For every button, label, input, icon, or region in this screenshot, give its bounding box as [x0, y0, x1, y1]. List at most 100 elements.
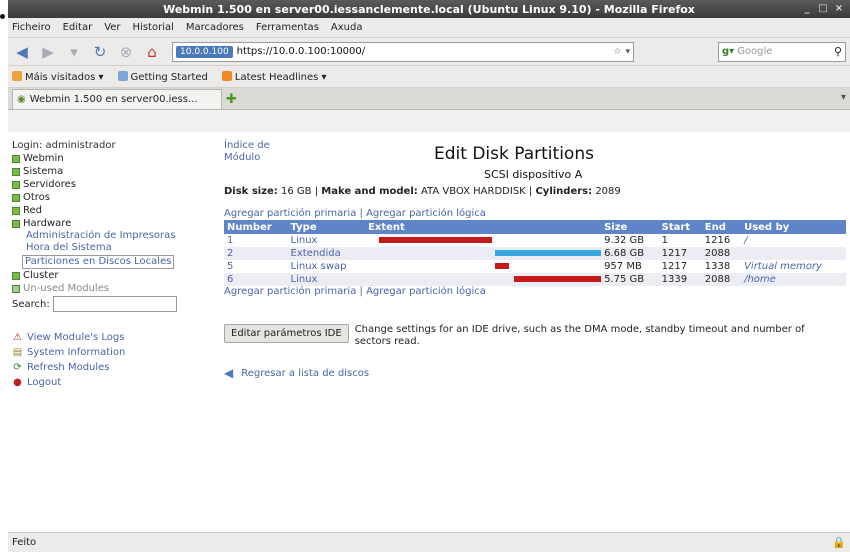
bullet-dot — [0, 14, 5, 19]
lock-icon[interactable]: 🔒 — [832, 536, 846, 549]
navigation-toolbar: ◀ ▶ ▾ ↻ ⊗ ⌂ 10.0.0.100 https://10.0.0.10… — [8, 38, 850, 66]
add-logical-link[interactable]: Agregar partición lógica — [366, 286, 486, 297]
folder-icon — [12, 206, 20, 215]
module-search-input[interactable] — [52, 296, 177, 312]
folder-open-icon — [12, 219, 20, 228]
partition-type-link[interactable]: Linux swap — [287, 260, 366, 273]
menu-marcadores[interactable]: Marcadores — [186, 22, 244, 33]
category-webmin[interactable]: Webmin — [12, 152, 206, 165]
menu-ferramentas[interactable]: Ferramentas — [256, 22, 319, 33]
used-by-cell: Virtual memory — [741, 260, 846, 273]
warning-icon: ⚠ — [13, 332, 22, 343]
bookmark-most-visited[interactable]: Máis visitados ▾ — [12, 70, 104, 83]
tab-webmin[interactable]: ◉ Webmin 1.500 en server00.iess... — [12, 89, 222, 109]
extent-bar — [379, 237, 493, 243]
url-bar[interactable]: 10.0.0.100 https://10.0.0.100:10000/ ☆ ▾ — [172, 41, 634, 62]
status-text: Feito — [12, 537, 37, 548]
history-dropdown-icon[interactable]: ▾ — [64, 42, 84, 62]
search-icon[interactable]: ⚲ — [834, 45, 842, 58]
bookmark-latest-headlines[interactable]: Latest Headlines ▾ — [221, 70, 327, 83]
home-icon[interactable]: ⌂ — [142, 42, 162, 62]
partition-type-link[interactable]: Linux — [287, 234, 366, 247]
search-bar[interactable]: g▾ Google ⚲ — [718, 41, 846, 62]
col-extent: Extent — [365, 220, 602, 234]
tab-title: Webmin 1.500 en server00.iess... — [29, 94, 198, 105]
module-search: Search: — [12, 296, 206, 312]
stop-icon[interactable]: ⊗ — [116, 42, 136, 62]
size-cell: 6.68 GB — [601, 247, 659, 260]
return-link[interactable]: ◀ Regresar a lista de discos — [224, 366, 369, 380]
webmin-sidebar: Login: administrador Webmin Sistema Serv… — [12, 140, 206, 390]
category-hardware[interactable]: Hardware — [12, 217, 206, 230]
end-cell: 2088 — [701, 247, 742, 260]
back-arrow-icon: ◀ — [224, 366, 234, 380]
extent-cell — [365, 260, 602, 273]
add-primary-link[interactable]: Agregar partición primaria — [224, 286, 356, 297]
rss-feed-icon — [221, 70, 232, 81]
bookmark-getting-started[interactable]: Getting Started — [117, 70, 208, 83]
new-tab-icon[interactable]: ✚ — [226, 92, 237, 109]
category-sistema[interactable]: Sistema — [12, 165, 206, 178]
category-unused[interactable]: Un-used Modules — [12, 282, 206, 295]
refresh-icon: ⟳ — [13, 362, 22, 373]
logout-link[interactable]: ● Logout — [12, 375, 206, 390]
folder-icon — [12, 284, 20, 293]
firefox-window: Webmin 1.500 en server00.iessanclemente.… — [8, 0, 850, 552]
tab-list-icon[interactable]: ▾ — [841, 92, 846, 103]
add-logical-link[interactable]: Agregar partición lógica — [366, 208, 486, 219]
menu-editar[interactable]: Editar — [63, 22, 93, 33]
refresh-modules-link[interactable]: ⟳ Refresh Modules — [12, 360, 206, 375]
col-used-by: Used by — [741, 220, 846, 234]
module-index-link[interactable]: Índice de Módulo — [224, 140, 284, 164]
system-info-link[interactable]: ▤ System Information — [12, 345, 206, 360]
window-title: Webmin 1.500 en server00.iessanclemente.… — [163, 2, 695, 16]
url-dropdown-icon[interactable]: ▾ — [625, 47, 630, 57]
folder-icon — [12, 193, 20, 202]
menu-ficheiro[interactable]: Ficheiro — [12, 22, 51, 33]
start-cell: 1339 — [658, 273, 702, 286]
end-cell: 2088 — [701, 273, 742, 286]
module-impresoras[interactable]: Administración de Impresoras — [12, 230, 206, 242]
menu-ver[interactable]: Ver — [104, 22, 120, 33]
edit-ide-button[interactable]: Editar parámetros IDE — [224, 324, 349, 343]
partition-number-link[interactable]: 1 — [224, 234, 288, 247]
partition-type-link[interactable]: Linux — [287, 273, 366, 286]
extent-cell — [365, 234, 602, 247]
partition-number-link[interactable]: 2 — [224, 247, 288, 260]
page-title: Edit Disk Partitions — [434, 144, 594, 164]
category-servidores[interactable]: Servidores — [12, 178, 206, 191]
table-row: 6 Linux 5.75 GB 1339 2088/home — [224, 273, 846, 286]
partition-type-link[interactable]: Extendida — [287, 247, 366, 260]
category-cluster[interactable]: Cluster — [12, 269, 206, 282]
menu-historial[interactable]: Historial — [133, 22, 174, 33]
table-row: 5 Linux swap 957 MB 1217 1338 Virtual memory — [224, 260, 846, 273]
category-red[interactable]: Red — [12, 204, 206, 217]
col-start: Start — [658, 220, 702, 234]
close-button[interactable]: × — [832, 2, 846, 15]
end-cell: 1216 — [701, 234, 742, 247]
page-icon — [117, 70, 128, 81]
extent-bar — [495, 263, 510, 269]
minimize-button[interactable]: _ — [800, 2, 814, 15]
search-placeholder[interactable]: Google — [737, 46, 831, 57]
add-primary-link[interactable]: Agregar partición primaria — [224, 208, 356, 219]
back-arrow-icon[interactable]: ◀ — [12, 42, 32, 62]
module-particiones[interactable]: Particiones en Discos Locales — [22, 255, 175, 269]
table-row: 1 Linux 9.32 GB 1 1216/ — [224, 234, 846, 247]
partition-number-link[interactable]: 5 — [224, 260, 288, 273]
view-logs-link[interactable]: ⚠ View Module's Logs — [12, 330, 206, 345]
partition-number-link[interactable]: 6 — [224, 273, 288, 286]
partitions-table: Number Type Extent Size Start End Used b… — [224, 220, 846, 286]
reload-icon[interactable]: ↻ — [90, 42, 110, 62]
maximize-button[interactable]: □ — [816, 2, 830, 15]
star-icon[interactable]: ☆ — [613, 47, 621, 57]
module-hora[interactable]: Hora del Sistema — [12, 242, 206, 254]
forward-arrow-icon[interactable]: ▶ — [38, 42, 58, 62]
extent-cell — [365, 273, 602, 286]
url-text[interactable]: https://10.0.0.100:10000/ — [237, 46, 610, 57]
search-engine-icon[interactable]: g▾ — [722, 46, 734, 57]
category-otros[interactable]: Otros — [12, 191, 206, 204]
site-identity-badge[interactable]: 10.0.0.100 — [176, 45, 233, 58]
menu-axuda[interactable]: Axuda — [331, 22, 363, 33]
add-partition-links-top: Agregar partición primaria | Agregar par… — [224, 208, 486, 219]
